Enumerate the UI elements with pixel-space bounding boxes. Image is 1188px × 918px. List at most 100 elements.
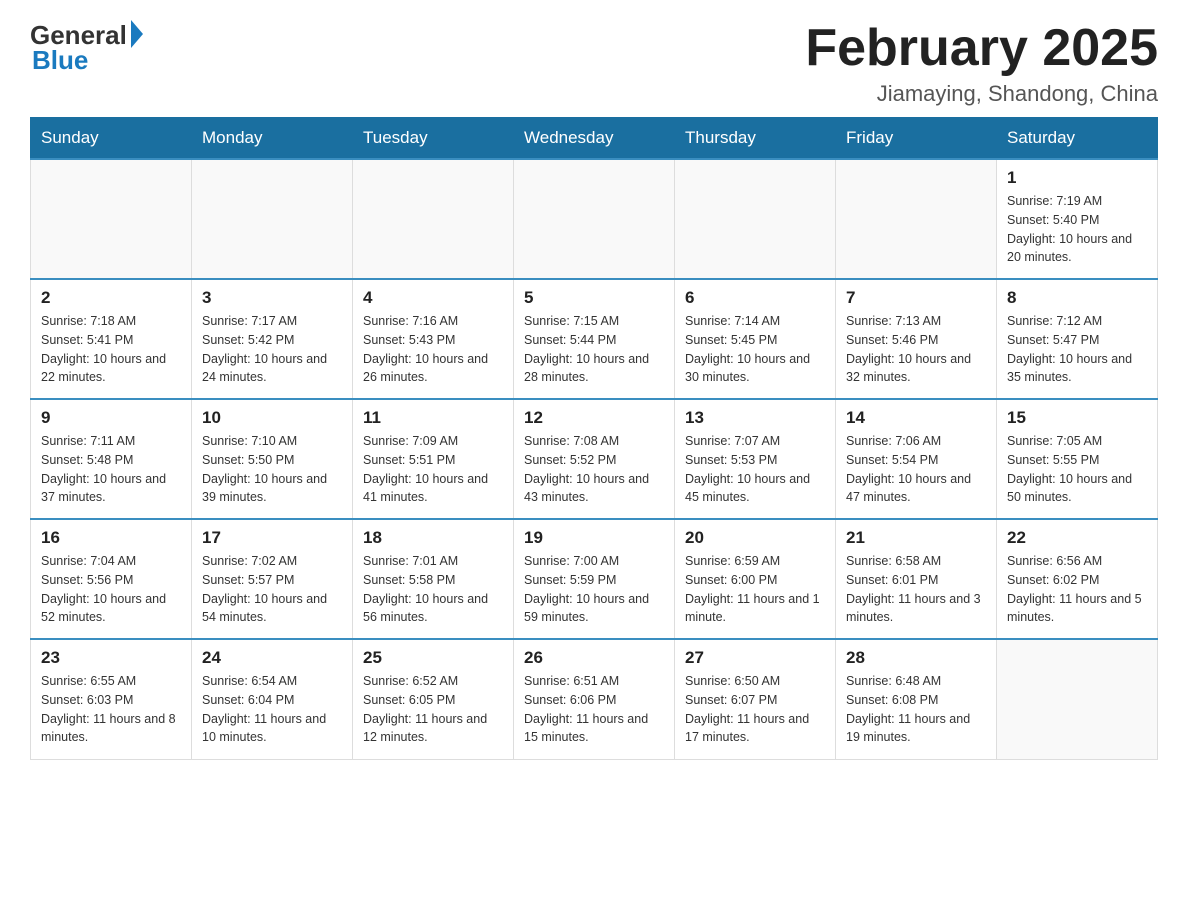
day-info: Sunrise: 7:19 AMSunset: 5:40 PMDaylight:… <box>1007 192 1147 267</box>
day-info: Sunrise: 7:02 AMSunset: 5:57 PMDaylight:… <box>202 552 342 627</box>
weekday-header-thursday: Thursday <box>675 118 836 160</box>
day-number: 11 <box>363 408 503 428</box>
day-info: Sunrise: 7:09 AMSunset: 5:51 PMDaylight:… <box>363 432 503 507</box>
day-number: 4 <box>363 288 503 308</box>
day-info: Sunrise: 6:55 AMSunset: 6:03 PMDaylight:… <box>41 672 181 747</box>
day-number: 18 <box>363 528 503 548</box>
calendar-cell: 11 Sunrise: 7:09 AMSunset: 5:51 PMDayligh… <box>353 399 514 519</box>
calendar-cell: 20 Sunrise: 6:59 AMSunset: 6:00 PMDayligh… <box>675 519 836 639</box>
calendar-cell: 4Sunrise: 7:16 AMSunset: 5:43 PMDaylight… <box>353 279 514 399</box>
day-info: Sunrise: 7:07 AMSunset: 5:53 PMDaylight:… <box>685 432 825 507</box>
location-label: Jiamaying, Shandong, China <box>805 81 1158 107</box>
day-info: Sunrise: 7:10 AMSunset: 5:50 PMDaylight:… <box>202 432 342 507</box>
calendar-cell <box>997 639 1158 759</box>
calendar-cell: 8 Sunrise: 7:12 AMSunset: 5:47 PMDaylight… <box>997 279 1158 399</box>
day-number: 12 <box>524 408 664 428</box>
day-info: Sunrise: 7:06 AMSunset: 5:54 PMDaylight:… <box>846 432 986 507</box>
day-number: 5 <box>524 288 664 308</box>
day-number: 10 <box>202 408 342 428</box>
week-row-3: 9Sunrise: 7:11 AMSunset: 5:48 PMDaylight… <box>31 399 1158 519</box>
day-number: 26 <box>524 648 664 668</box>
day-number: 1 <box>1007 168 1147 188</box>
weekday-header-row: SundayMondayTuesdayWednesdayThursdayFrid… <box>31 118 1158 160</box>
weekday-header-wednesday: Wednesday <box>514 118 675 160</box>
day-number: 17 <box>202 528 342 548</box>
day-number: 7 <box>846 288 986 308</box>
weekday-header-friday: Friday <box>836 118 997 160</box>
day-info: Sunrise: 7:05 AMSunset: 5:55 PMDaylight:… <box>1007 432 1147 507</box>
day-number: 24 <box>202 648 342 668</box>
day-number: 16 <box>41 528 181 548</box>
calendar-cell <box>31 159 192 279</box>
weekday-header-saturday: Saturday <box>997 118 1158 160</box>
calendar-body: 1 Sunrise: 7:19 AMSunset: 5:40 PMDaylight… <box>31 159 1158 759</box>
day-number: 22 <box>1007 528 1147 548</box>
day-number: 6 <box>685 288 825 308</box>
day-info: Sunrise: 7:14 AMSunset: 5:45 PMDaylight:… <box>685 312 825 387</box>
calendar-cell: 15 Sunrise: 7:05 AMSunset: 5:55 PMDayligh… <box>997 399 1158 519</box>
day-number: 27 <box>685 648 825 668</box>
day-number: 3 <box>202 288 342 308</box>
day-info: Sunrise: 7:08 AMSunset: 5:52 PMDaylight:… <box>524 432 664 507</box>
day-number: 2 <box>41 288 181 308</box>
day-info: Sunrise: 6:59 AMSunset: 6:00 PMDaylight:… <box>685 552 825 627</box>
calendar-cell: 7 Sunrise: 7:13 AMSunset: 5:46 PMDaylight… <box>836 279 997 399</box>
day-number: 25 <box>363 648 503 668</box>
calendar-cell <box>514 159 675 279</box>
day-info: Sunrise: 6:52 AMSunset: 6:05 PMDaylight:… <box>363 672 503 747</box>
day-info: Sunrise: 7:15 AMSunset: 5:44 PMDaylight:… <box>524 312 664 387</box>
day-number: 21 <box>846 528 986 548</box>
day-info: Sunrise: 6:58 AMSunset: 6:01 PMDaylight:… <box>846 552 986 627</box>
day-number: 15 <box>1007 408 1147 428</box>
logo: General Blue <box>30 20 143 76</box>
calendar-cell: 1 Sunrise: 7:19 AMSunset: 5:40 PMDaylight… <box>997 159 1158 279</box>
day-number: 14 <box>846 408 986 428</box>
week-row-4: 16 Sunrise: 7:04 AMSunset: 5:56 PMDayligh… <box>31 519 1158 639</box>
day-info: Sunrise: 6:54 AMSunset: 6:04 PMDaylight:… <box>202 672 342 747</box>
calendar-header: SundayMondayTuesdayWednesdayThursdayFrid… <box>31 118 1158 160</box>
day-info: Sunrise: 7:00 AMSunset: 5:59 PMDaylight:… <box>524 552 664 627</box>
weekday-header-sunday: Sunday <box>31 118 192 160</box>
calendar-cell: 22 Sunrise: 6:56 AMSunset: 6:02 PMDayligh… <box>997 519 1158 639</box>
calendar-cell: 5 Sunrise: 7:15 AMSunset: 5:44 PMDaylight… <box>514 279 675 399</box>
day-info: Sunrise: 7:17 AMSunset: 5:42 PMDaylight:… <box>202 312 342 387</box>
calendar-cell: 27Sunrise: 6:50 AMSunset: 6:07 PMDayligh… <box>675 639 836 759</box>
day-number: 28 <box>846 648 986 668</box>
day-number: 13 <box>685 408 825 428</box>
calendar-cell: 16 Sunrise: 7:04 AMSunset: 5:56 PMDayligh… <box>31 519 192 639</box>
calendar-cell: 23 Sunrise: 6:55 AMSunset: 6:03 PMDayligh… <box>31 639 192 759</box>
day-info: Sunrise: 7:13 AMSunset: 5:46 PMDaylight:… <box>846 312 986 387</box>
calendar-cell: 6 Sunrise: 7:14 AMSunset: 5:45 PMDaylight… <box>675 279 836 399</box>
calendar-cell: 24 Sunrise: 6:54 AMSunset: 6:04 PMDayligh… <box>192 639 353 759</box>
day-info: Sunrise: 7:11 AMSunset: 5:48 PMDaylight:… <box>41 432 181 507</box>
calendar-cell: 13 Sunrise: 7:07 AMSunset: 5:53 PMDayligh… <box>675 399 836 519</box>
calendar-cell <box>353 159 514 279</box>
calendar-cell: 2 Sunrise: 7:18 AMSunset: 5:41 PMDaylight… <box>31 279 192 399</box>
day-number: 19 <box>524 528 664 548</box>
logo-blue-label: Blue <box>32 45 88 76</box>
calendar-cell: 25 Sunrise: 6:52 AMSunset: 6:05 PMDayligh… <box>353 639 514 759</box>
day-info: Sunrise: 6:56 AMSunset: 6:02 PMDaylight:… <box>1007 552 1147 627</box>
title-block: February 2025 Jiamaying, Shandong, China <box>805 20 1158 107</box>
weekday-header-monday: Monday <box>192 118 353 160</box>
weekday-header-tuesday: Tuesday <box>353 118 514 160</box>
calendar-cell: 3 Sunrise: 7:17 AMSunset: 5:42 PMDaylight… <box>192 279 353 399</box>
calendar-cell: 21 Sunrise: 6:58 AMSunset: 6:01 PMDayligh… <box>836 519 997 639</box>
week-row-5: 23 Sunrise: 6:55 AMSunset: 6:03 PMDayligh… <box>31 639 1158 759</box>
day-info: Sunrise: 7:12 AMSunset: 5:47 PMDaylight:… <box>1007 312 1147 387</box>
day-info: Sunrise: 7:04 AMSunset: 5:56 PMDaylight:… <box>41 552 181 627</box>
day-number: 23 <box>41 648 181 668</box>
calendar-cell: 19 Sunrise: 7:00 AMSunset: 5:59 PMDayligh… <box>514 519 675 639</box>
week-row-2: 2 Sunrise: 7:18 AMSunset: 5:41 PMDaylight… <box>31 279 1158 399</box>
day-info: Sunrise: 7:18 AMSunset: 5:41 PMDaylight:… <box>41 312 181 387</box>
day-number: 20 <box>685 528 825 548</box>
logo-arrow-icon <box>131 20 143 48</box>
day-info: Sunrise: 6:51 AMSunset: 6:06 PMDaylight:… <box>524 672 664 747</box>
day-number: 8 <box>1007 288 1147 308</box>
calendar-cell <box>192 159 353 279</box>
calendar-cell: 12 Sunrise: 7:08 AMSunset: 5:52 PMDayligh… <box>514 399 675 519</box>
calendar-cell: 28Sunrise: 6:48 AMSunset: 6:08 PMDayligh… <box>836 639 997 759</box>
calendar-cell: 18Sunrise: 7:01 AMSunset: 5:58 PMDayligh… <box>353 519 514 639</box>
calendar-cell: 17 Sunrise: 7:02 AMSunset: 5:57 PMDayligh… <box>192 519 353 639</box>
week-row-1: 1 Sunrise: 7:19 AMSunset: 5:40 PMDaylight… <box>31 159 1158 279</box>
